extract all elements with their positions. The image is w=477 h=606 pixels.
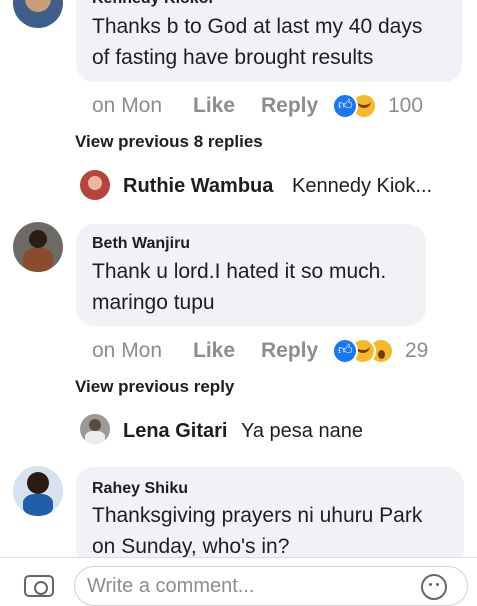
comment-input-placeholder: Write a comment...	[87, 575, 255, 597]
comment-text: Thanks b to God at last my 40 days	[92, 15, 423, 38]
reply-preview[interactable]: Kennedy Kiok...	[292, 175, 432, 198]
avatar[interactable]	[13, 466, 63, 516]
comment-text: maringo tupu	[92, 291, 215, 314]
reply-preview[interactable]: Ya pesa nane	[241, 420, 363, 443]
reply-button[interactable]: Reply	[261, 339, 318, 363]
reaction-count[interactable]: 100	[388, 94, 423, 118]
reply-author[interactable]: Ruthie Wambua	[123, 175, 273, 198]
avatar[interactable]	[13, 0, 63, 28]
like-reaction-icon[interactable]: 👍︎	[332, 338, 358, 364]
comment-author[interactable]: Kennedy Kiokoi	[92, 0, 213, 8]
avatar[interactable]	[13, 222, 63, 272]
camera-icon[interactable]	[24, 575, 54, 597]
reaction-count[interactable]: 29	[405, 339, 428, 363]
comment-input[interactable]: Write a comment...	[74, 566, 468, 606]
avatar[interactable]	[80, 170, 110, 200]
view-previous-replies-link[interactable]: View previous 8 replies	[75, 132, 263, 152]
like-button[interactable]: Like	[193, 94, 235, 118]
like-button[interactable]: Like	[193, 339, 235, 363]
comment-author[interactable]: Beth Wanjiru	[92, 235, 190, 253]
comment-text: Thank u lord.I hated it so much.	[92, 260, 387, 283]
emoji-icon[interactable]	[421, 574, 447, 600]
comment-text: of fasting have brought results	[92, 46, 374, 69]
comment-text: Thanksgiving prayers ni uhuru Park	[92, 504, 423, 527]
comment-timestamp[interactable]: on Mon	[92, 339, 162, 363]
avatar[interactable]	[80, 414, 110, 444]
comment-author[interactable]: Rahey Shiku	[92, 480, 188, 498]
comment-timestamp[interactable]: on Mon	[92, 94, 162, 118]
reply-author[interactable]: Lena Gitari	[123, 420, 227, 443]
composer-bar: Write a comment...	[0, 557, 477, 606]
like-reaction-icon[interactable]: 👍︎	[332, 93, 358, 119]
view-previous-reply-link[interactable]: View previous reply	[75, 377, 234, 397]
reply-button[interactable]: Reply	[261, 94, 318, 118]
